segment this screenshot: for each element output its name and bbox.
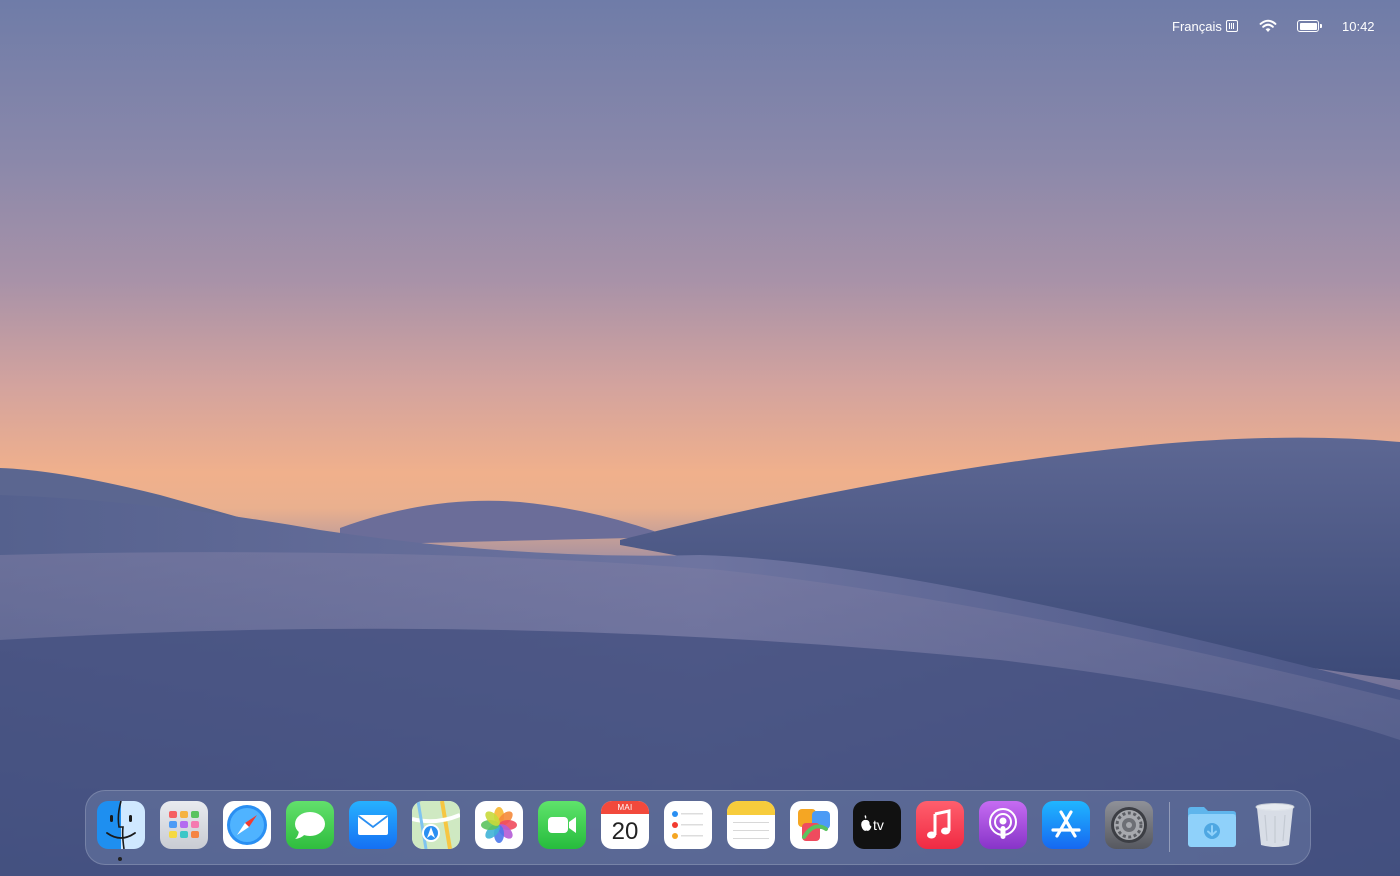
- menu-bar: Français 10:42: [0, 0, 1400, 52]
- photos-icon[interactable]: [475, 801, 523, 849]
- maps-icon[interactable]: [412, 801, 460, 849]
- finder-icon[interactable]: [97, 801, 145, 849]
- apple-tv-icon[interactable]: tv: [853, 801, 901, 849]
- dock: MAI 20 tv: [85, 790, 1311, 865]
- menu-bar-clock[interactable]: 10:42: [1342, 18, 1375, 36]
- launchpad-icon[interactable]: [160, 801, 208, 849]
- downloads-folder-icon[interactable]: [1186, 802, 1238, 850]
- input-source-menu[interactable]: Français: [1172, 18, 1238, 36]
- desktop-wallpaper: [0, 437, 1400, 876]
- music-icon[interactable]: [916, 801, 964, 849]
- reminders-icon[interactable]: [664, 801, 712, 849]
- freeform-icon[interactable]: [790, 801, 838, 849]
- mail-icon[interactable]: [349, 801, 397, 849]
- wifi-icon[interactable]: [1258, 16, 1278, 34]
- messages-icon[interactable]: [286, 801, 334, 849]
- dock-separator: [1169, 802, 1170, 852]
- calendar-icon[interactable]: MAI 20: [601, 801, 649, 849]
- podcasts-icon[interactable]: [979, 801, 1027, 849]
- safari-icon[interactable]: [223, 801, 271, 849]
- trash-icon[interactable]: [1251, 801, 1299, 849]
- facetime-icon[interactable]: [538, 801, 586, 849]
- battery-icon[interactable]: [1297, 20, 1323, 32]
- calendar-day: 20: [611, 818, 639, 845]
- tv-label: tv: [873, 817, 884, 833]
- app-store-icon[interactable]: [1042, 801, 1090, 849]
- keyboard-icon: [1225, 20, 1238, 32]
- calendar-month: MAI: [601, 801, 649, 814]
- notes-icon[interactable]: [727, 801, 775, 849]
- finder-running-indicator: [118, 857, 122, 861]
- input-source-label: Français: [1172, 19, 1222, 34]
- settings-gear-icon[interactable]: [1105, 801, 1153, 849]
